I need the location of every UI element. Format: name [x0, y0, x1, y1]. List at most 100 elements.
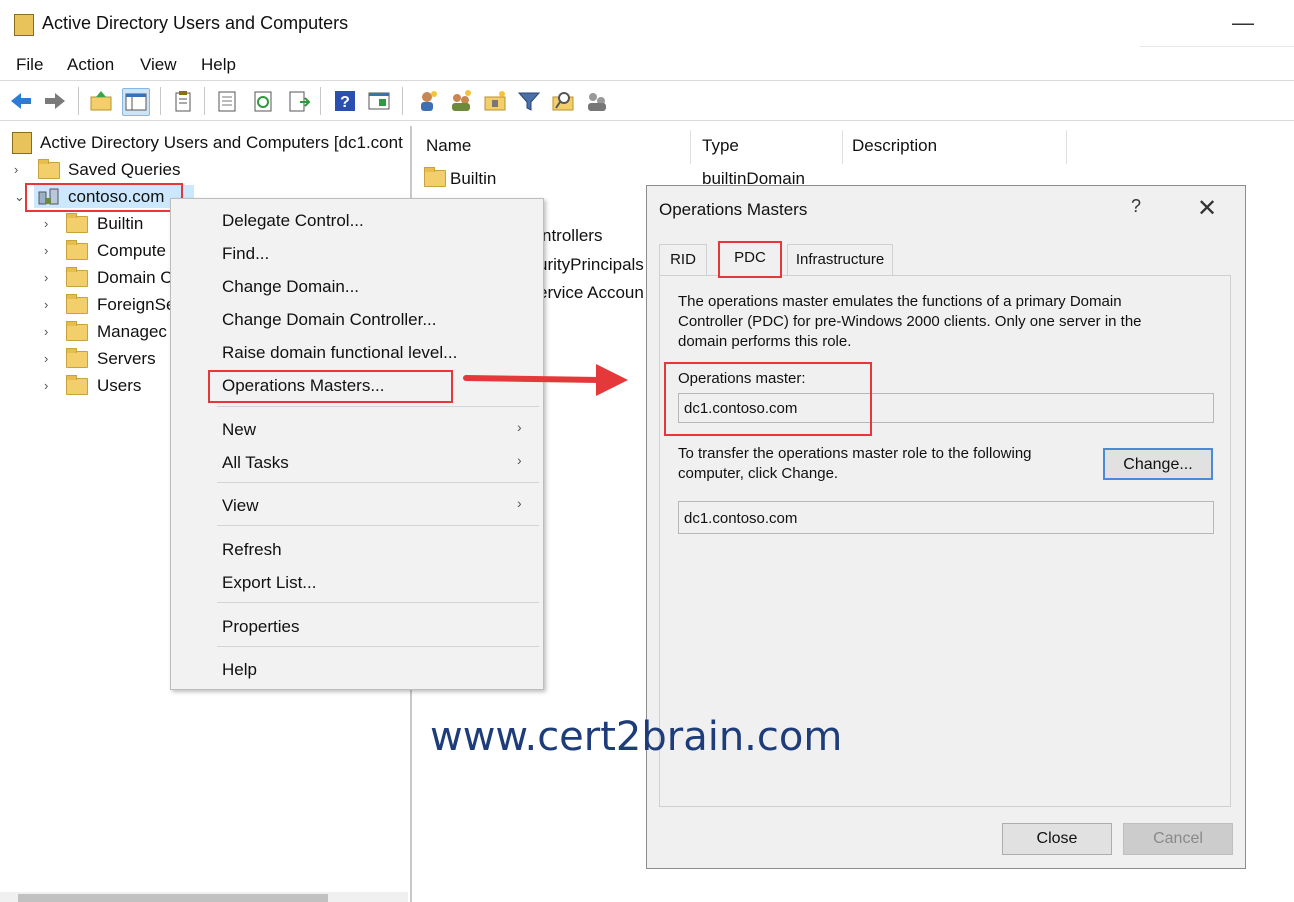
- menu-item-export-list[interactable]: Export List...: [222, 573, 316, 593]
- target-computer-field[interactable]: dc1.contoso.com: [678, 501, 1214, 534]
- folder-icon: [66, 213, 88, 233]
- menu-separator: [217, 482, 539, 483]
- export-icon[interactable]: [286, 88, 312, 114]
- menu-separator: [217, 646, 539, 647]
- help-icon[interactable]: ?: [1131, 196, 1141, 217]
- tab-pdc[interactable]: PDC: [718, 241, 782, 278]
- chevron-right-icon[interactable]: ›: [44, 243, 48, 258]
- clipboard-icon[interactable]: [170, 88, 196, 114]
- folder-icon: [66, 294, 88, 314]
- folder-icon: [424, 167, 446, 187]
- tree-item-label: Builtin: [97, 214, 144, 233]
- tree-item-label: Compute: [97, 241, 166, 260]
- context-menu: Delegate Control... Find... Change Domai…: [170, 198, 544, 690]
- aduc-snapin-icon: [12, 132, 32, 154]
- dialog-title: Operations Masters: [659, 200, 808, 219]
- window-title: Active Directory Users and Computers: [42, 13, 349, 33]
- menu-item-raise-functional-level[interactable]: Raise domain functional level...: [222, 343, 457, 363]
- folder-icon: [66, 375, 88, 395]
- menu-item-view[interactable]: View: [222, 496, 259, 516]
- ou-folder-icon: [66, 348, 88, 368]
- list-row-name[interactable]: ervice Accoun: [538, 283, 644, 303]
- submenu-arrow-icon: ›: [517, 419, 522, 435]
- column-header-name[interactable]: Name: [426, 136, 471, 156]
- aduc-app-icon: [14, 14, 34, 36]
- column-header-description[interactable]: Description: [852, 136, 937, 156]
- new-user-icon[interactable]: [414, 88, 440, 114]
- tab-infrastructure[interactable]: Infrastructure: [787, 244, 893, 275]
- back-icon[interactable]: [8, 88, 34, 114]
- menu-file[interactable]: File: [16, 55, 43, 75]
- refresh-icon[interactable]: [250, 88, 276, 114]
- folder-icon: [38, 159, 60, 179]
- chevron-down-icon[interactable]: ⌄: [14, 189, 25, 205]
- svg-text:?: ?: [340, 94, 350, 111]
- column-separator[interactable]: [1066, 130, 1067, 164]
- chevron-right-icon[interactable]: ›: [44, 324, 48, 339]
- up-folder-icon[interactable]: [88, 88, 114, 114]
- menu-bar: File Action View Help: [0, 50, 1294, 81]
- column-separator[interactable]: [842, 130, 843, 164]
- new-group-icon[interactable]: [448, 88, 474, 114]
- menu-action[interactable]: Action: [67, 55, 114, 75]
- delegate-icon[interactable]: [584, 88, 610, 114]
- tree-item-label: Domain C: [97, 268, 173, 287]
- menu-item-all-tasks[interactable]: All Tasks: [222, 453, 289, 473]
- menu-item-change-domain[interactable]: Change Domain...: [222, 277, 359, 297]
- tab-rid[interactable]: RID: [659, 244, 707, 275]
- minimize-button[interactable]: —: [1232, 10, 1254, 35]
- menu-item-find[interactable]: Find...: [222, 244, 269, 264]
- help-icon[interactable]: ?: [332, 88, 358, 114]
- menu-item-refresh[interactable]: Refresh: [222, 540, 282, 560]
- chevron-right-icon[interactable]: ›: [44, 351, 48, 366]
- folder-icon: [66, 321, 88, 341]
- properties-icon[interactable]: [214, 88, 240, 114]
- transfer-instructions: To transfer the operations master role t…: [678, 445, 1032, 482]
- column-header-type[interactable]: Type: [702, 136, 739, 156]
- tree-item-label: Saved Queries: [68, 160, 181, 179]
- ou-folder-icon: [66, 267, 88, 287]
- folder-icon: [66, 240, 88, 260]
- cancel-button[interactable]: Cancel: [1123, 823, 1233, 855]
- submenu-arrow-icon: ›: [517, 495, 522, 511]
- scrollbar-thumb[interactable]: [18, 894, 328, 902]
- find-icon[interactable]: [550, 88, 576, 114]
- chevron-right-icon[interactable]: ›: [44, 378, 48, 393]
- close-button[interactable]: Close: [1002, 823, 1112, 855]
- menu-view[interactable]: View: [140, 55, 177, 75]
- menu-item-help[interactable]: Help: [222, 660, 257, 680]
- operations-master-highlight-box: [664, 362, 872, 436]
- chevron-right-icon[interactable]: ›: [44, 297, 48, 312]
- forward-icon[interactable]: [42, 88, 68, 114]
- menu-separator: [217, 602, 539, 603]
- role-description: The operations master emulates the funct…: [678, 293, 1142, 350]
- menu-help[interactable]: Help: [201, 55, 236, 75]
- title-divider: [1140, 46, 1294, 47]
- toolbar-separator: [160, 87, 161, 115]
- filter-icon[interactable]: [516, 88, 542, 114]
- list-row-name[interactable]: urityPrincipals: [538, 255, 644, 275]
- title-bar: Active Directory Users and Computers —: [0, 0, 1294, 50]
- toolbar-separator: [204, 87, 205, 115]
- show-tree-icon[interactable]: [122, 88, 150, 116]
- column-separator[interactable]: [690, 130, 691, 164]
- menu-separator: [217, 406, 539, 407]
- change-button[interactable]: Change...: [1103, 448, 1213, 480]
- menu-item-change-domain-controller[interactable]: Change Domain Controller...: [222, 310, 437, 330]
- console-icon[interactable]: [366, 88, 392, 114]
- new-ou-icon[interactable]: [482, 88, 508, 114]
- close-icon[interactable]: ✕: [1197, 194, 1217, 223]
- chevron-right-icon[interactable]: ›: [14, 162, 18, 177]
- menu-item-new[interactable]: New: [222, 420, 256, 440]
- watermark: www.cert2brain.com: [430, 714, 843, 760]
- chevron-right-icon[interactable]: ›: [44, 270, 48, 285]
- domain-highlight-box: [25, 183, 183, 212]
- menu-item-properties[interactable]: Properties: [222, 617, 299, 637]
- chevron-right-icon[interactable]: ›: [44, 216, 48, 231]
- list-row-name[interactable]: ntrollers: [542, 226, 602, 246]
- toolbar-separator: [78, 87, 79, 115]
- tree-item-label: Managec: [97, 322, 167, 341]
- operations-masters-dialog: Operations Masters ? ✕ RID PDC Infrastru…: [646, 185, 1246, 869]
- menu-item-delegate-control[interactable]: Delegate Control...: [222, 211, 364, 231]
- toolbar: ?: [0, 82, 1294, 121]
